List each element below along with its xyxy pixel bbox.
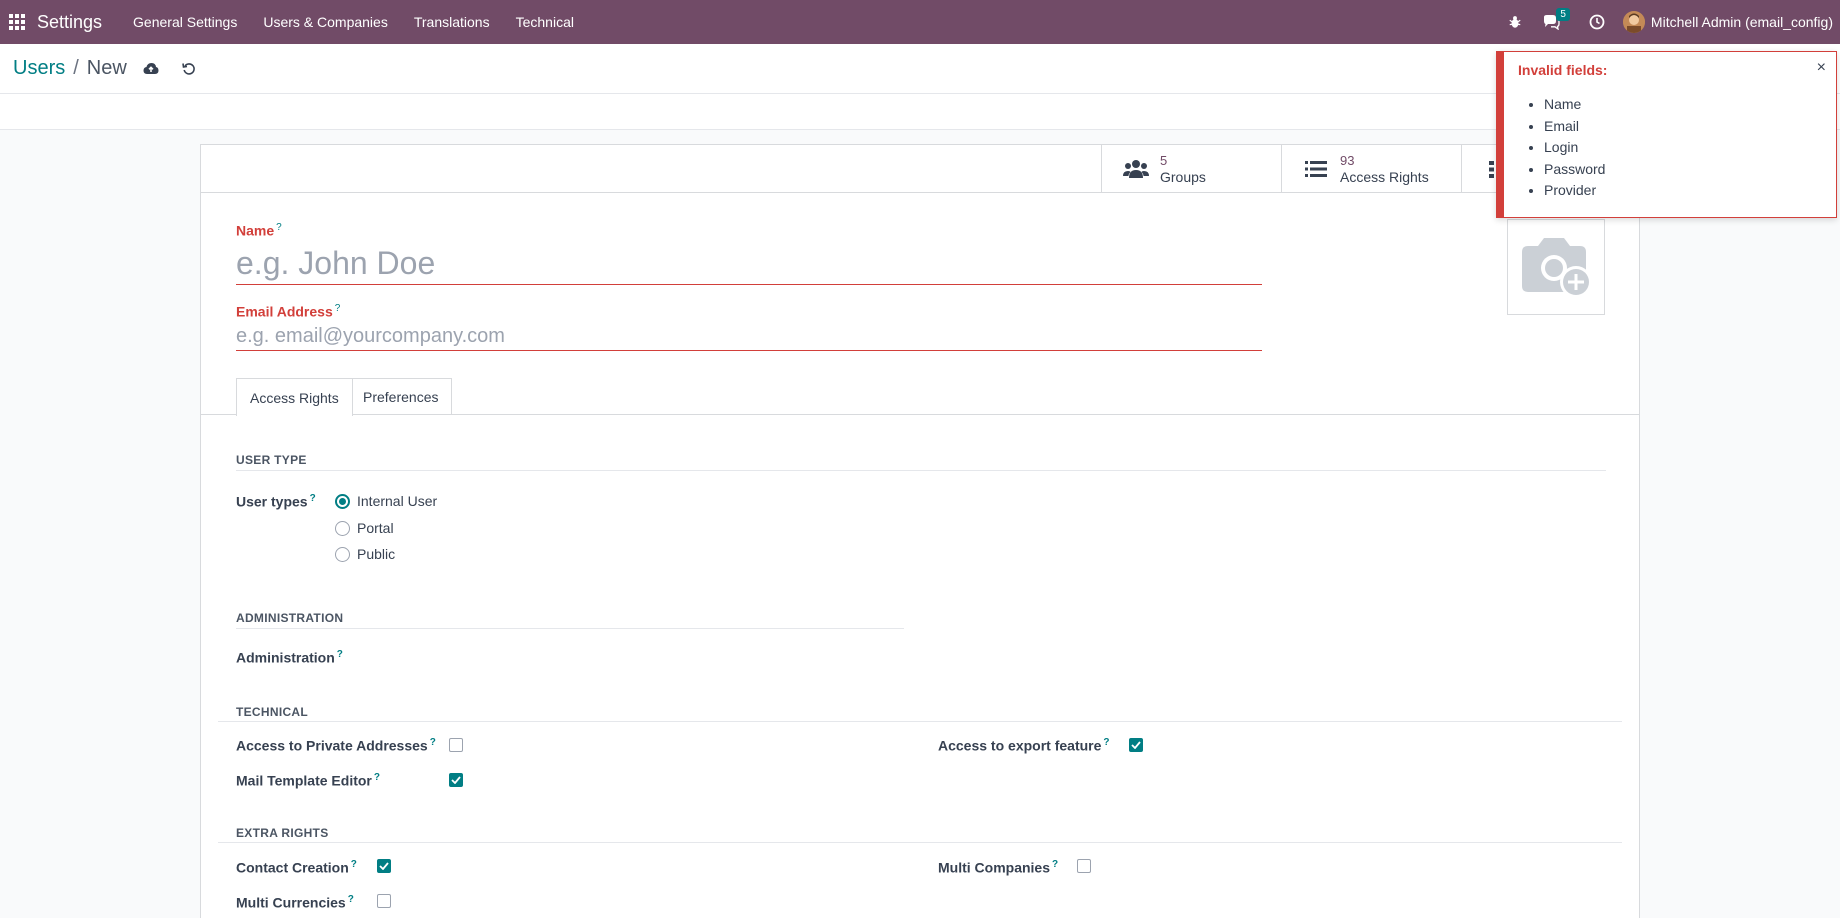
top-navbar: Settings General Settings Users & Compan… [0,0,1840,44]
email-input[interactable] [236,323,1262,351]
menu-translations[interactable]: Translations [414,14,490,30]
section-divider [218,721,1622,722]
multi-companies-checkbox[interactable] [1077,859,1091,873]
activity-clock-icon[interactable] [1587,12,1607,32]
contact-creation-checkbox[interactable] [377,859,391,873]
list-item: Email [1544,116,1605,138]
users-icon [1122,157,1150,181]
technical-section-title: TECHNICAL [236,705,309,719]
list-item: Provider [1544,180,1605,202]
private-addresses-checkbox[interactable] [449,738,463,752]
breadcrumb-users-link[interactable]: Users [13,57,65,80]
invalid-fields-list: Name Email Login Password Provider [1544,94,1605,202]
name-help-icon[interactable]: ? [276,222,282,233]
multi-currencies-label: Multi Currencies? [236,894,354,911]
user-type-section-title: USER TYPE [236,453,307,467]
export-feature-checkbox[interactable] [1129,738,1143,752]
access-rights-label: Access Rights [1340,168,1429,185]
camera-plus-icon [1522,238,1592,298]
radio-button[interactable] [335,520,350,536]
list-icon [1302,157,1330,181]
form-sheet: 5 Groups 93 Access Rights Name? Email Ad… [200,144,1640,918]
user-types-label: User types? [236,493,316,510]
private-addresses-label: Access to Private Addresses? [236,737,436,754]
multi-companies-help-icon[interactable]: ? [1052,859,1058,870]
radio-portal[interactable]: Portal [335,520,394,536]
private-addresses-help-icon[interactable]: ? [430,737,436,748]
menu-general-settings[interactable]: General Settings [133,14,237,30]
notification-title: Invalid fields: [1518,62,1608,78]
mail-template-help-icon[interactable]: ? [374,772,380,783]
discard-undo-icon[interactable] [179,59,199,79]
menu-technical[interactable]: Technical [516,14,574,30]
multi-currencies-help-icon[interactable]: ? [348,894,354,905]
tab-preferences[interactable]: Preferences [350,378,453,415]
avatar [1622,11,1645,33]
radio-internal-user[interactable]: Internal User [335,493,437,509]
access-rights-count: 93 [1340,152,1355,168]
debug-bug-icon[interactable] [1505,12,1525,32]
apps-menu-icon[interactable] [9,14,25,30]
user-menu[interactable]: Mitchell Admin (email_config) [1622,11,1833,33]
breadcrumb-current: New [86,57,127,79]
messages-chat-icon[interactable]: 5 [1541,8,1570,32]
groups-label: Groups [1160,168,1206,185]
list-item: Password [1544,159,1605,181]
section-divider [236,470,1606,471]
export-feature-help-icon[interactable]: ? [1103,737,1109,748]
access-rights-stat-button[interactable]: 93 Access Rights [1281,145,1461,192]
check-icon [1131,741,1141,749]
user-name: Mitchell Admin (email_config) [1650,14,1833,30]
multi-currencies-checkbox[interactable] [377,894,391,908]
email-label: Email Address? [236,303,341,320]
breadcrumb: Users / New [13,57,127,80]
check-icon [451,776,461,784]
email-help-icon[interactable]: ? [335,303,341,314]
list-item: Name [1544,94,1605,116]
contact-creation-label: Contact Creation? [236,859,357,876]
export-feature-label: Access to export feature? [938,737,1110,754]
administration-section-title: ADMINISTRATION [236,611,344,625]
breadcrumb-separator: / [73,57,79,79]
tab-access-rights[interactable]: Access Rights [236,378,353,416]
list-item: Login [1544,137,1605,159]
menu-users-companies[interactable]: Users & Companies [263,14,388,30]
contact-creation-help-icon[interactable]: ? [351,859,357,870]
save-cloud-icon[interactable] [141,59,161,79]
form-tabs: Access Rights Preferences [201,378,1639,416]
multi-companies-label: Multi Companies? [938,859,1059,876]
section-divider [218,842,1622,843]
photo-upload[interactable] [1507,219,1605,315]
groups-stat-button[interactable]: 5 Groups [1101,145,1281,192]
close-icon[interactable]: × [1817,59,1826,77]
radio-public[interactable]: Public [335,546,395,562]
name-label: Name? [236,222,282,239]
invalid-fields-notification: Invalid fields: × Name Email Login Passw… [1496,51,1837,218]
check-icon [379,862,389,870]
section-divider [236,628,904,629]
mail-template-editor-checkbox[interactable] [449,773,463,787]
messages-badge: 5 [1556,8,1570,21]
name-input[interactable] [236,243,1262,285]
user-types-help-icon[interactable]: ? [310,493,316,504]
administration-label: Administration? [236,649,343,666]
button-box: 5 Groups 93 Access Rights [201,145,1639,193]
radio-button[interactable] [335,546,350,562]
radio-button[interactable] [335,493,350,509]
mail-template-editor-label: Mail Template Editor? [236,772,380,789]
groups-count: 5 [1160,152,1168,168]
administration-help-icon[interactable]: ? [337,649,343,660]
extra-rights-section-title: EXTRA RIGHTS [236,826,329,840]
app-title[interactable]: Settings [37,12,102,33]
